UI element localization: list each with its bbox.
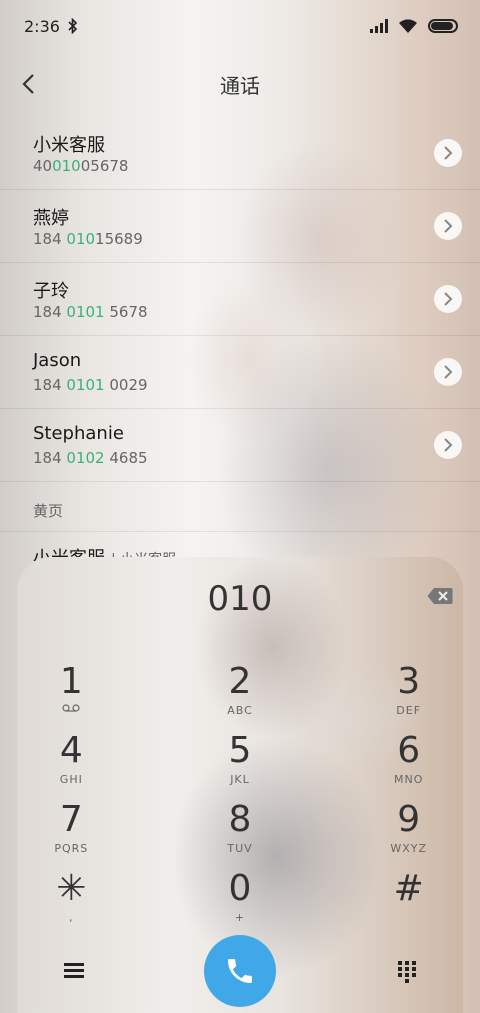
phone-icon — [228, 959, 252, 983]
key-2[interactable]: 2 ABC — [166, 662, 315, 731]
call-button[interactable] — [204, 935, 276, 1007]
chevron-right-icon[interactable] — [434, 139, 462, 167]
signal-icon — [370, 19, 388, 33]
key-4[interactable]: 4 GHI — [17, 731, 166, 800]
menu-icon[interactable] — [64, 963, 84, 979]
header: 通话 — [0, 60, 480, 108]
contact-row[interactable]: 燕婷 184 01015689 — [0, 190, 480, 263]
contact-name: Jason — [33, 350, 82, 371]
contact-name: 小米客服 — [33, 135, 105, 156]
page-title: 通话 — [220, 73, 260, 98]
chevron-right-icon[interactable] — [434, 431, 462, 459]
key-5[interactable]: 5 JKL — [166, 731, 315, 800]
contact-number: 184 0101 5678 — [33, 303, 148, 321]
status-bar: 2:36 — [0, 0, 480, 52]
dialed-number: 010 — [207, 579, 273, 619]
voicemail-icon — [62, 704, 80, 712]
key-0[interactable]: 0 + — [166, 869, 315, 938]
contact-name: 燕婷 — [33, 208, 69, 229]
key-6[interactable]: 6 MNO — [314, 731, 463, 800]
contact-name: Stephanie — [33, 423, 124, 444]
contact-number: 184 0101 0029 — [33, 376, 148, 394]
contact-row[interactable]: Jason 184 0101 0029 — [0, 336, 480, 409]
dialpad-panel: 010 1 2 ABC 3 DEF 4 GHI 5 JKL 6 MNO 7 PQ… — [17, 557, 463, 1013]
key-3[interactable]: 3 DEF — [314, 662, 463, 731]
key-1[interactable]: 1 — [17, 662, 166, 731]
contact-name: 子玲 — [33, 281, 69, 302]
chevron-right-icon[interactable] — [434, 285, 462, 313]
backspace-icon[interactable] — [427, 587, 453, 605]
contact-row[interactable]: 小米客服 4001005678 — [0, 117, 480, 190]
wifi-icon — [399, 18, 417, 33]
dialpad-bottom-bar — [17, 935, 463, 1007]
key-8[interactable]: 8 TUV — [166, 800, 315, 869]
contact-row[interactable]: Stephanie 184 0102 4685 — [0, 409, 480, 482]
contact-results-list: 小米客服 4001005678 燕婷 184 01015689 子玲 184 0… — [0, 117, 480, 572]
key-9[interactable]: 9 WXYZ — [314, 800, 463, 869]
status-time: 2:36 — [24, 16, 60, 36]
keypad-grid: 1 2 ABC 3 DEF 4 GHI 5 JKL 6 MNO 7 PQRS 8 — [17, 662, 463, 938]
contact-row[interactable]: 子玲 184 0101 5678 — [0, 263, 480, 336]
contact-number: 184 0102 4685 — [33, 449, 148, 467]
chevron-right-icon[interactable] — [434, 358, 462, 386]
key-hash[interactable]: # — [314, 869, 463, 938]
contact-number: 4001005678 — [33, 157, 129, 175]
section-label-yellow-pages: 黄页 — [0, 482, 480, 532]
back-chevron-icon[interactable] — [18, 72, 42, 96]
contact-number: 184 01015689 — [33, 230, 143, 248]
battery-icon — [428, 19, 458, 33]
key-star[interactable]: ✳ , — [17, 869, 166, 938]
chevron-right-icon[interactable] — [434, 212, 462, 240]
keypad-toggle-icon[interactable] — [398, 961, 416, 983]
key-7[interactable]: 7 PQRS — [17, 800, 166, 869]
bluetooth-icon — [68, 18, 78, 34]
